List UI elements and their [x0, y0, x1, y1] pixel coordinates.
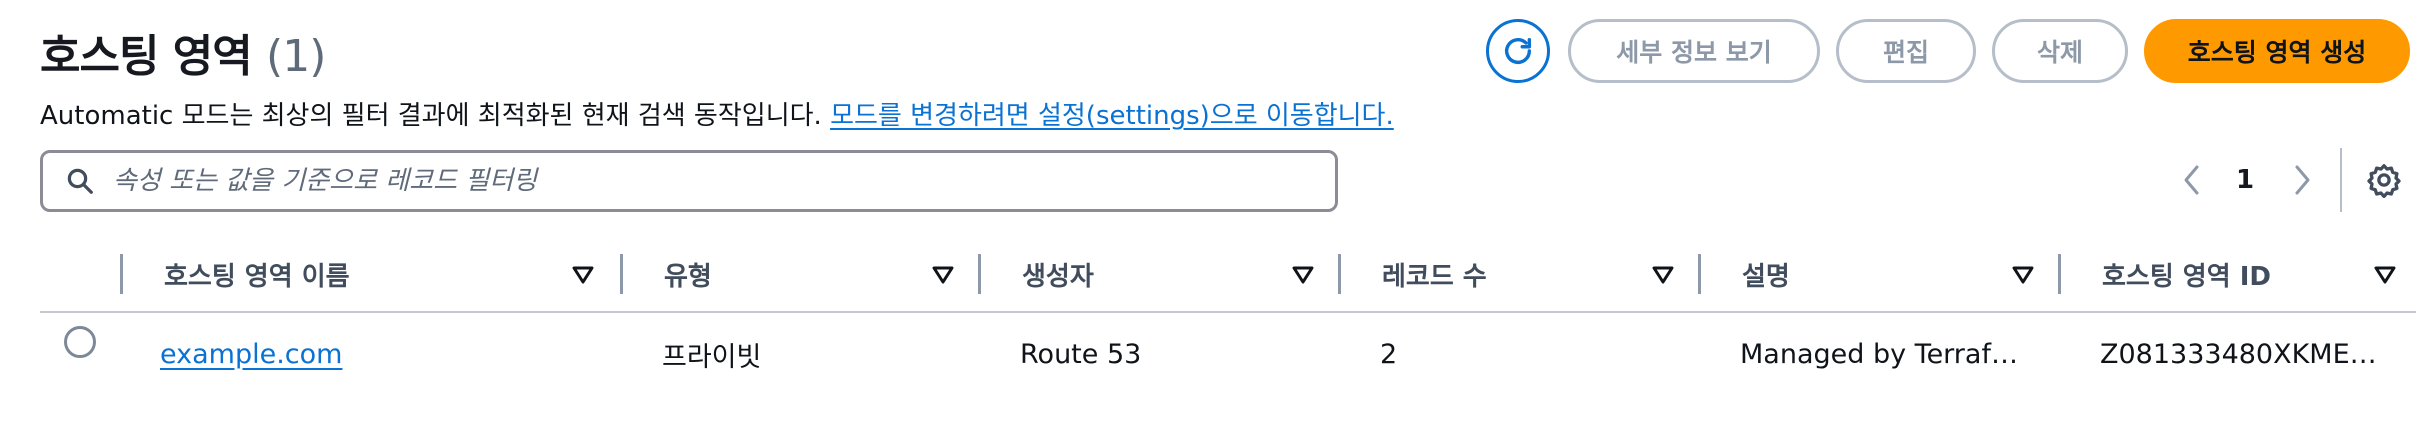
gear-icon — [2367, 164, 2401, 198]
column-header-description[interactable]: 설명 — [1742, 252, 1790, 296]
row-select-radio[interactable] — [64, 326, 96, 358]
chevron-left-icon — [2184, 165, 2199, 195]
pagination-divider — [2340, 148, 2342, 212]
sort-down-icon[interactable] — [2372, 262, 2398, 288]
cell-hosted-zone-name[interactable]: example.com — [160, 334, 600, 374]
edit-button[interactable]: 편집 — [1836, 19, 1976, 83]
column-divider[interactable] — [620, 254, 623, 294]
previous-page-button[interactable] — [2174, 160, 2210, 200]
cell-type: 프라이빗 — [662, 341, 762, 373]
column-divider[interactable] — [2058, 254, 2061, 294]
sort-down-icon[interactable] — [570, 262, 596, 288]
sort-down-icon[interactable] — [2010, 262, 2036, 288]
view-details-button[interactable]: 세부 정보 보기 — [1568, 19, 1820, 83]
chevron-right-icon — [2295, 165, 2310, 195]
sort-down-icon[interactable] — [1650, 262, 1676, 288]
cell-created-by: Route 53 — [1020, 338, 1142, 370]
column-header-created-by[interactable]: 생성자 — [1022, 252, 1094, 296]
column-divider — [120, 254, 123, 294]
settings-link[interactable]: 모드를 변경하려면 설정(settings)으로 이동합니다. — [830, 101, 1394, 131]
cell-record-count: 2 — [1380, 338, 1398, 370]
page-title-text: 호스팅 영역 — [40, 31, 253, 82]
sort-down-icon[interactable] — [1290, 262, 1316, 288]
refresh-button[interactable] — [1486, 19, 1550, 83]
refresh-icon — [1504, 37, 1532, 64]
column-divider[interactable] — [1698, 254, 1701, 294]
search-mode-description: Automatic 모드는 최상의 필터 결과에 최적화된 현재 검색 동작입니… — [40, 95, 1394, 132]
column-header-record-count[interactable]: 레코드 수 — [1382, 252, 1487, 296]
search-box — [40, 150, 1338, 212]
column-header-type[interactable]: 유형 — [664, 252, 712, 296]
current-page-number[interactable]: 1 — [2230, 160, 2260, 200]
sort-down-icon[interactable] — [930, 262, 956, 288]
table-header-divider — [40, 311, 2416, 313]
create-hosted-zone-button[interactable]: 호스팅 영역 생성 — [2144, 19, 2410, 83]
delete-button[interactable]: 삭제 — [1992, 19, 2128, 83]
column-header-zone-id[interactable]: 호스팅 영역 ID — [2102, 252, 2271, 296]
page-title-count: (1) — [266, 31, 326, 82]
column-divider[interactable] — [1338, 254, 1341, 294]
description-text: Automatic 모드는 최상의 필터 결과에 최적화된 현재 검색 동작입니… — [40, 101, 822, 131]
search-icon — [63, 164, 97, 198]
cell-description: Managed by Terraf… — [1740, 338, 2018, 370]
column-header-name[interactable]: 호스팅 영역 이름 — [164, 252, 350, 296]
cell-hosted-zone-id: Z081333480XKME… — [2100, 338, 2377, 370]
table-settings-button[interactable] — [2364, 160, 2404, 200]
search-input[interactable] — [111, 165, 1315, 197]
next-page-button[interactable] — [2284, 160, 2320, 200]
page-title: 호스팅 영역 (1) — [40, 20, 326, 84]
column-divider[interactable] — [978, 254, 981, 294]
